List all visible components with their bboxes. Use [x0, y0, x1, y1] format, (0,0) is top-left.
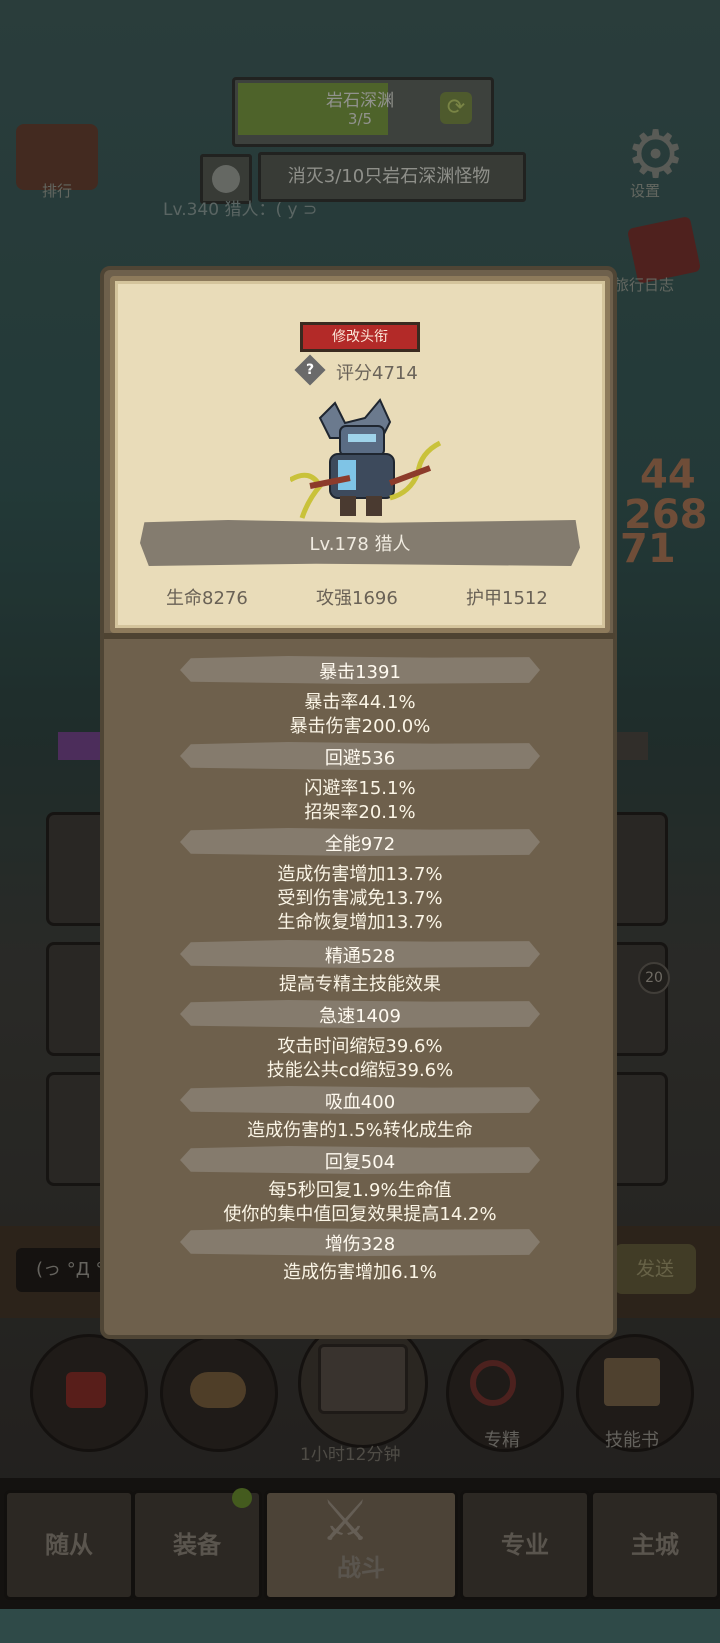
stat-line: 暴击率44.1%: [304, 692, 416, 713]
stat-line: 每5秒回复1.9%生命值: [268, 1180, 452, 1201]
avoidance-header: 回避536: [324, 748, 396, 769]
hunter-character-sprite: [288, 398, 450, 523]
lifesteal-header: 吸血400: [324, 1092, 396, 1113]
question-mark-icon: ?: [305, 362, 315, 378]
score-text: 评分4714: [336, 363, 418, 384]
character-name: Lv.178 猎人: [309, 534, 411, 555]
stat-line: 提高专精主技能效果: [279, 974, 441, 995]
stat-line: 技能公共cd缩短39.6%: [266, 1060, 454, 1081]
stat-line: 造成伤害的1.5%转化成生命: [247, 1120, 473, 1141]
edit-title-button[interactable]: 修改头衔: [300, 322, 420, 352]
stat-line: 招架率20.1%: [304, 802, 416, 823]
regen-header: 回复504: [324, 1152, 396, 1173]
stat-line: 造成伤害增加6.1%: [283, 1262, 437, 1283]
stat-line: 使你的集中值回复效果提高14.2%: [223, 1204, 497, 1225]
crit-header: 暴击1391: [319, 662, 401, 683]
damage-bonus-header: 增伤328: [324, 1234, 396, 1255]
armor-stat: 护甲1512: [466, 588, 548, 609]
haste-header: 急速1409: [319, 1006, 401, 1027]
mastery-header: 精通528: [324, 946, 396, 967]
divider: [104, 633, 615, 639]
stat-line: 攻击时间缩短39.6%: [277, 1036, 443, 1057]
attack-power-stat: 攻强1696: [316, 588, 398, 609]
health-stat: 生命8276: [166, 588, 248, 609]
stat-line: 生命恢复增加13.7%: [277, 912, 443, 933]
stat-line: 暴击伤害200.0%: [289, 716, 431, 737]
stat-line: 造成伤害增加13.7%: [277, 864, 443, 885]
stat-line: 闪避率15.1%: [304, 778, 416, 799]
stat-line: 受到伤害减免13.7%: [277, 888, 443, 909]
versatility-header: 全能972: [324, 834, 396, 855]
